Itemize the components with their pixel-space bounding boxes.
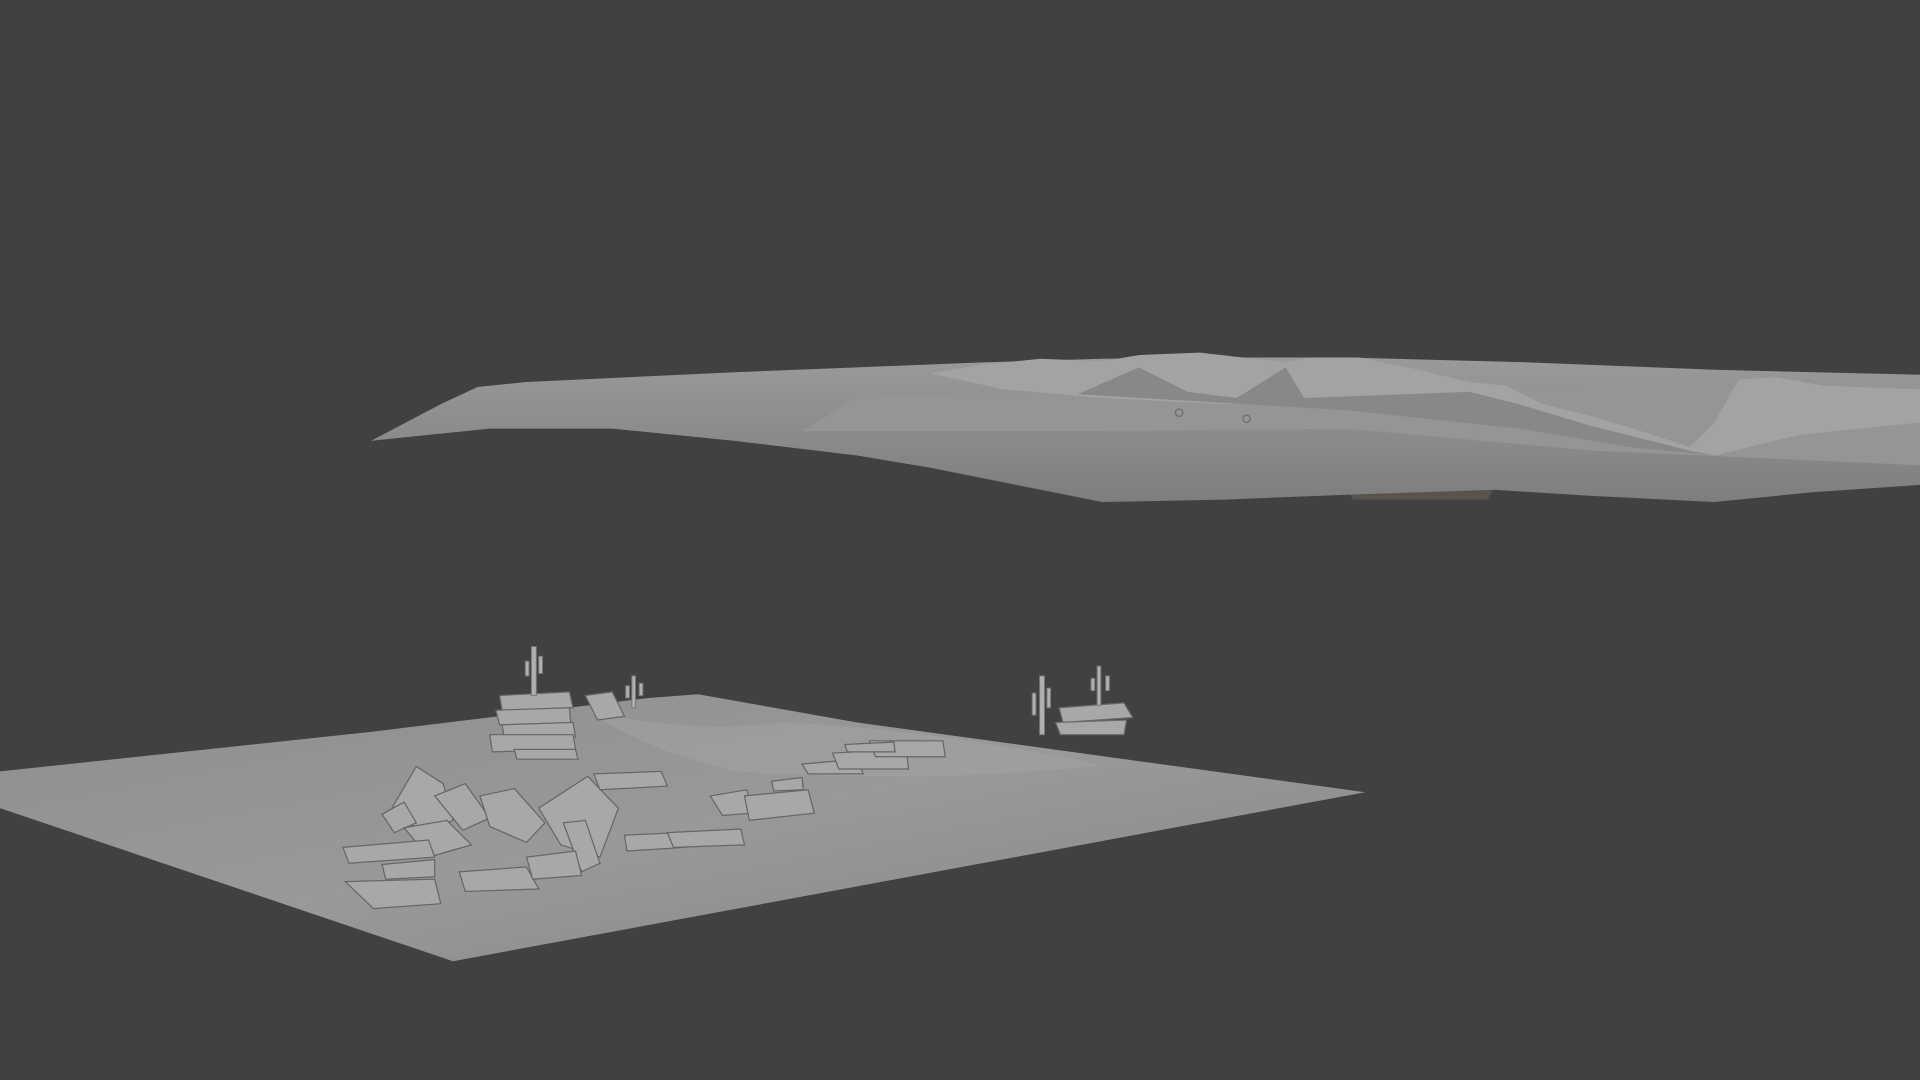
cactus-icon: [530, 646, 537, 696]
3d-viewport[interactable]: [0, 0, 1920, 1080]
cactus-icon: [1096, 665, 1102, 706]
distant-terrain: [371, 352, 1920, 503]
cactus-icon: [1039, 675, 1045, 736]
cactus-icon: [631, 675, 636, 709]
foreground-plane: [0, 646, 1366, 962]
